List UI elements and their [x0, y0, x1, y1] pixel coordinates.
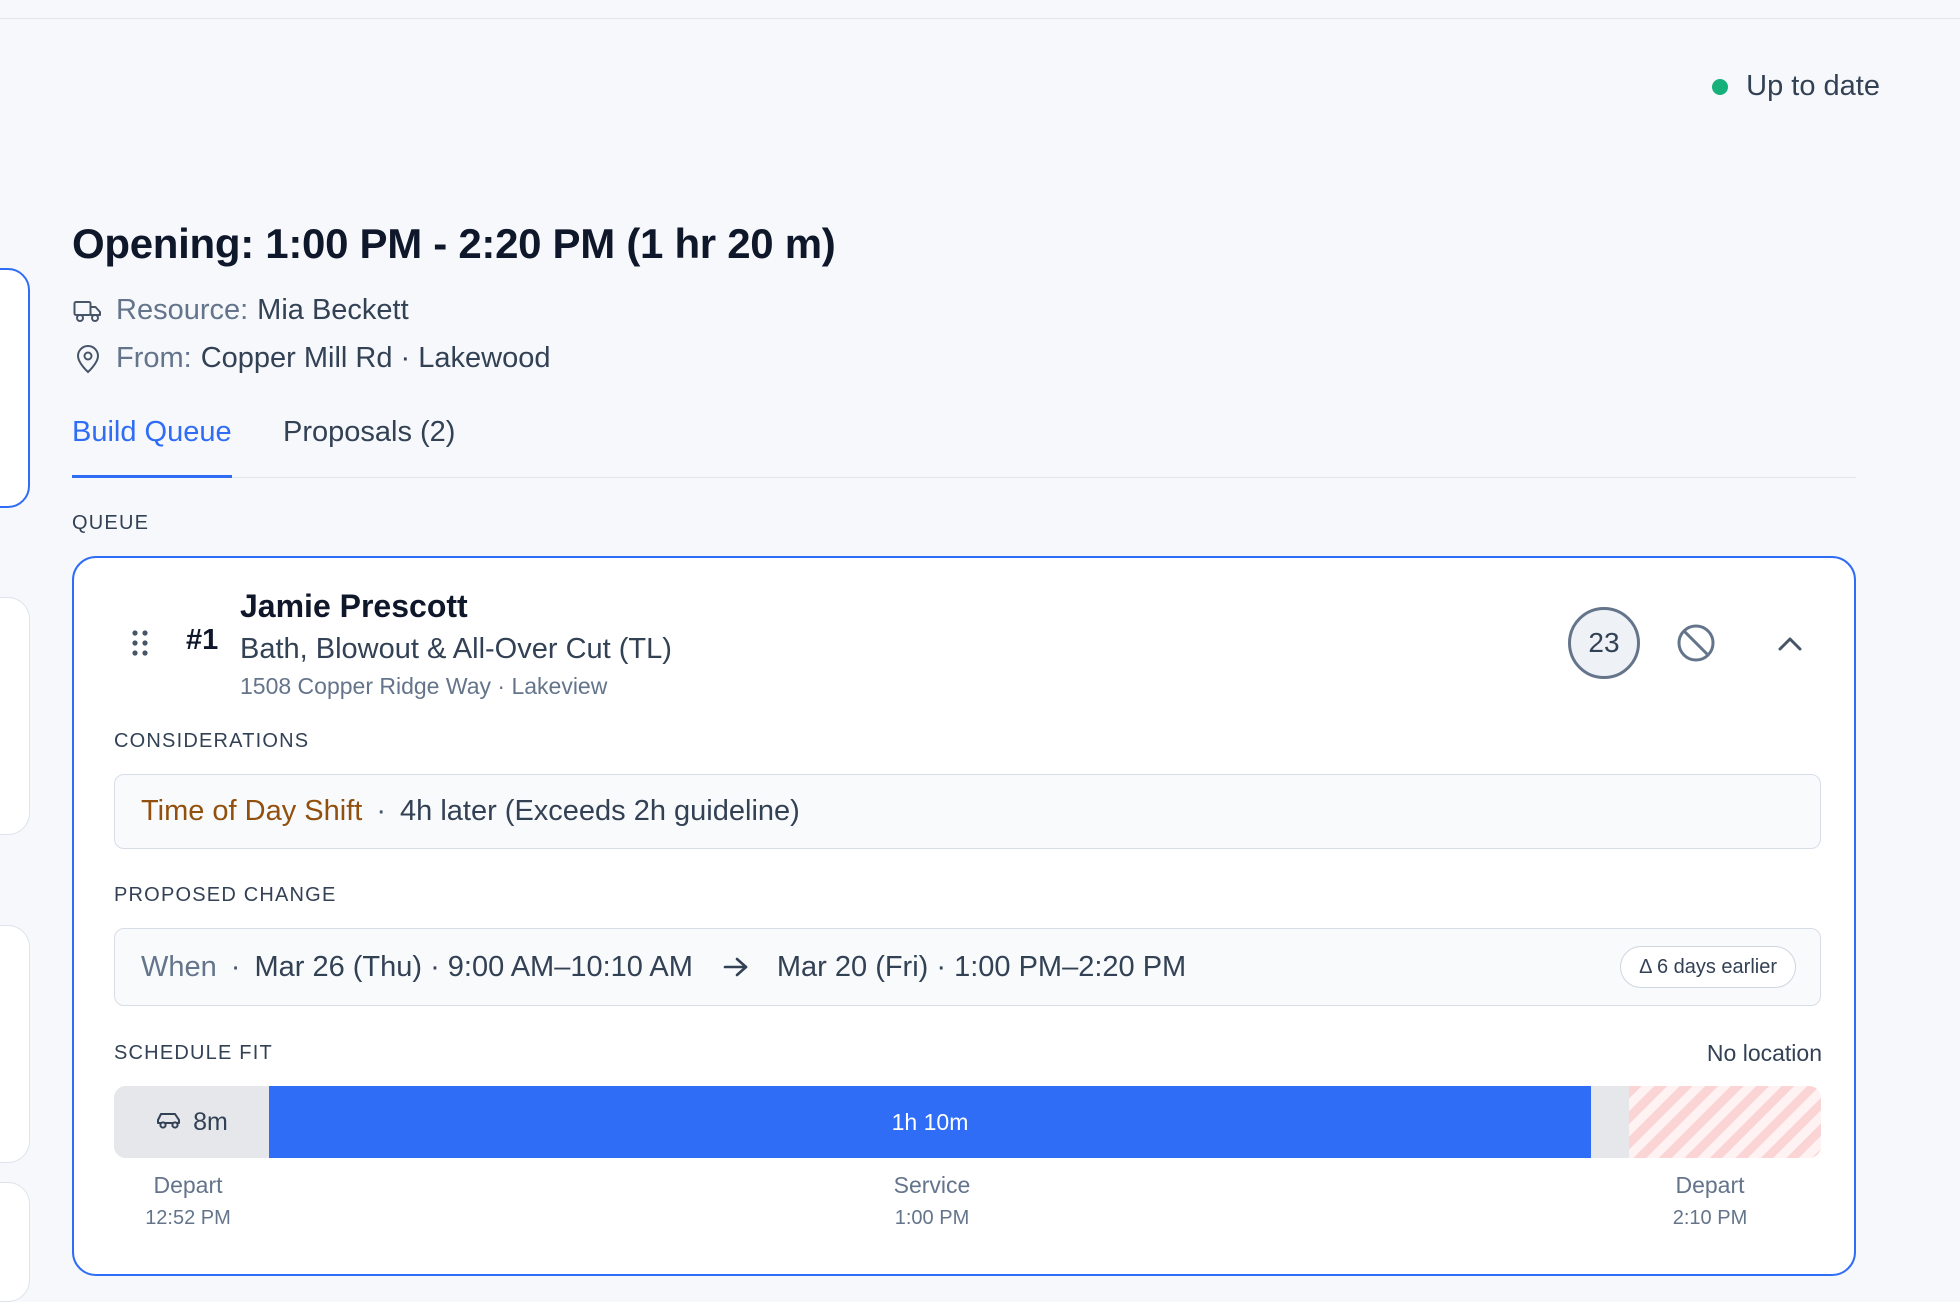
when-label: When — [141, 950, 217, 983]
resource-row: Resource: Mia Beckett — [72, 294, 409, 327]
tick-service-start: Service 1:00 PM — [852, 1172, 1012, 1230]
proposed-change-row: When · Mar 26 (Thu) · 9:00 AM–10:10 AM M… — [114, 928, 1821, 1006]
sync-status: Up to date — [1712, 70, 1880, 103]
proposed-time: Mar 20 (Fri) · 1:00 PM–2:20 PM — [776, 950, 1187, 983]
drag-handle-icon[interactable] — [130, 628, 150, 658]
schedule-fit-heading: SCHEDULE FIT — [114, 1042, 273, 1064]
tick-label: Depart — [153, 1172, 223, 1198]
resource-value: Mia Beckett — [257, 294, 409, 326]
side-card[interactable] — [0, 597, 30, 835]
tab-bar: Build Queue Proposals (2) — [72, 410, 1856, 478]
current-time: Mar 26 (Thu) · 9:00 AM–10:10 AM — [254, 950, 693, 983]
service-name: Bath, Blowout & All-Over Cut (TL) — [240, 633, 672, 665]
tick-time: 2:10 PM — [1672, 1207, 1748, 1229]
tab-proposals[interactable]: Proposals (2) — [283, 410, 455, 476]
score-badge: 23 — [1568, 607, 1640, 679]
tab-build-queue[interactable]: Build Queue — [72, 410, 232, 478]
client-name: Jamie Prescott — [240, 588, 468, 624]
tick-time: 12:52 PM — [145, 1207, 231, 1229]
travel-duration: 8m — [193, 1107, 228, 1136]
arrow-right-icon — [723, 956, 749, 978]
separator: · — [376, 795, 386, 827]
status-dot-icon — [1712, 78, 1729, 95]
tick-depart-start: Depart 12:52 PM — [108, 1172, 268, 1230]
from-value: Copper Mill Rd · Lakewood — [200, 342, 551, 374]
side-card[interactable] — [0, 925, 30, 1163]
map-pin-icon — [72, 343, 104, 375]
consideration-detail: 4h later (Exceeds 2h guideline) — [400, 795, 800, 827]
status-text: Up to date — [1746, 70, 1880, 102]
location-note: No location — [1706, 1040, 1822, 1066]
page-title: Opening: 1:00 PM - 2:20 PM (1 hr 20 m) — [72, 220, 836, 267]
tick-time: 1:00 PM — [894, 1207, 970, 1229]
block-icon[interactable] — [1674, 621, 1718, 665]
chevron-up-icon[interactable] — [1772, 626, 1808, 662]
consideration-row: Time of Day Shift · 4h later (Exceeds 2h… — [114, 774, 1821, 849]
tick-label: Depart — [1675, 1172, 1745, 1198]
car-icon — [155, 1108, 183, 1137]
queue-rank: #1 — [186, 624, 219, 656]
from-label: From: — [116, 342, 192, 374]
top-divider — [0, 18, 1960, 19]
truck-icon — [72, 295, 104, 327]
resource-label: Resource: — [116, 294, 249, 326]
queue-heading: QUEUE — [72, 512, 150, 534]
delta-badge: Δ 6 days earlier — [1620, 946, 1796, 988]
tick-depart-end: Depart 2:10 PM — [1630, 1172, 1790, 1230]
consideration-type: Time of Day Shift — [141, 795, 363, 827]
side-card[interactable] — [0, 1182, 30, 1302]
proposed-change-heading: PROPOSED CHANGE — [114, 884, 337, 906]
tick-label: Service — [893, 1172, 971, 1198]
considerations-heading: CONSIDERATIONS — [114, 730, 310, 752]
from-row: From: Copper Mill Rd · Lakewood — [72, 342, 551, 375]
schedule-fit-bar: 8m 1h 10m — [114, 1086, 1821, 1158]
service-segment: 1h 10m — [269, 1086, 1591, 1158]
side-card-active[interactable] — [0, 268, 30, 508]
unavailable-segment — [1629, 1086, 1821, 1158]
travel-segment: 8m — [114, 1086, 269, 1158]
client-address: 1508 Copper Ridge Way · Lakeview — [240, 673, 608, 699]
buffer-segment — [1591, 1086, 1629, 1158]
queue-item-card[interactable]: #1 Jamie Prescott Bath, Blowout & All-Ov… — [72, 556, 1856, 1276]
separator: · — [230, 950, 241, 983]
